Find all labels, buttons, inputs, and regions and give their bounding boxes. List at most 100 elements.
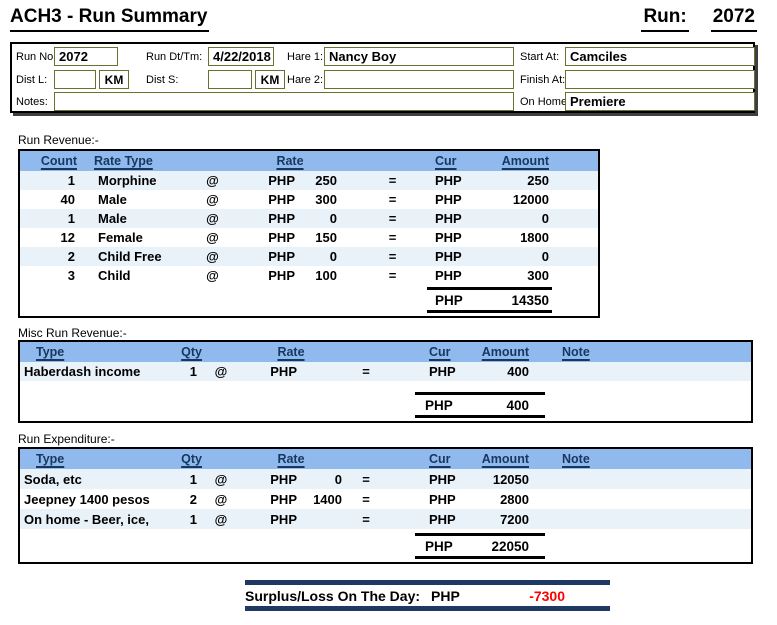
type-cell: On home - Beer, ice, <box>20 512 168 527</box>
run-header: Run: 2072 <box>641 6 757 32</box>
cur-cell: PHP <box>435 211 490 226</box>
total-amount: 22050 <box>491 539 529 554</box>
qty-header: Qty <box>168 345 202 359</box>
note-header: Note <box>532 452 751 466</box>
run-no-field[interactable]: 2072 <box>54 47 118 66</box>
cur-header: Cur <box>435 154 490 168</box>
run-label: Run: <box>641 6 688 32</box>
rate-cell: 1400 <box>297 492 342 507</box>
rate-type-cell: Male <box>80 211 195 226</box>
amount-cell: 12000 <box>490 192 555 207</box>
cur-cell: PHP <box>390 512 480 527</box>
amount-header: Amount <box>490 154 555 168</box>
cur-cell: PHP <box>435 192 490 207</box>
rate-header: Rate <box>230 154 350 168</box>
type-cell: Haberdash income <box>20 364 168 379</box>
total-currency: PHP <box>435 293 463 308</box>
qty-cell: 1 <box>168 472 202 487</box>
rate-type-cell: Child Free <box>80 249 195 264</box>
run-number: 2072 <box>711 6 757 32</box>
at-symbol: @ <box>195 268 230 283</box>
surplus-amount: -7300 <box>501 588 610 604</box>
at-symbol: @ <box>202 364 240 379</box>
rate-cell: 0 <box>295 249 350 264</box>
count-cell: 1 <box>20 211 80 226</box>
equals-symbol: = <box>342 492 390 507</box>
table-row: Jeepney 1400 pesos 2 @ PHP 1400 = PHP 28… <box>20 489 751 509</box>
rate-type-cell: Male <box>80 192 195 207</box>
surplus-bottom-bar <box>245 606 610 611</box>
expenditure-total-row: PHP 22050 <box>20 533 751 559</box>
equals-symbol: = <box>350 173 435 188</box>
rate-currency: PHP <box>230 211 295 226</box>
table-row: Soda, etc 1 @ PHP 0 = PHP 12050 <box>20 469 751 489</box>
rate-currency: PHP <box>240 492 297 507</box>
dist-l-field[interactable] <box>54 70 96 89</box>
misc-revenue-table: Type Qty Rate Cur Amount Note Haberdash … <box>18 340 753 423</box>
cur-header: Cur <box>390 345 480 359</box>
dist-s-label: Dist S: <box>146 74 178 86</box>
total-currency: PHP <box>425 398 453 413</box>
cur-cell: PHP <box>390 492 480 507</box>
table-row: 2 Child Free @ PHP 0 = PHP 0 <box>20 247 598 266</box>
count-cell: 2 <box>20 249 80 264</box>
run-revenue-table: Count Rate Type Rate Cur Amount 1 Morphi… <box>18 149 600 318</box>
equals-symbol: = <box>350 230 435 245</box>
hare1-field[interactable]: Nancy Boy <box>324 47 514 66</box>
count-cell: 3 <box>20 268 80 283</box>
page-title: ACH3 - Run Summary <box>10 6 209 32</box>
at-symbol: @ <box>195 173 230 188</box>
hare2-field[interactable] <box>324 70 514 89</box>
equals-symbol: = <box>350 211 435 226</box>
amount-cell: 7200 <box>480 512 532 527</box>
rate-header: Rate <box>240 345 342 359</box>
surplus-label: Surplus/Loss On The Day: <box>245 588 431 604</box>
amount-cell: 250 <box>490 173 555 188</box>
rate-cell: 300 <box>295 192 350 207</box>
run-date-field[interactable]: 4/22/2018 <box>208 47 274 66</box>
rate-header: Rate <box>240 452 342 466</box>
on-home-field[interactable]: Premiere <box>565 92 755 111</box>
expenditure-table: Type Qty Rate Cur Amount Note Soda, etc … <box>18 447 753 564</box>
qty-cell: 2 <box>168 492 202 507</box>
cur-header: Cur <box>390 452 480 466</box>
run-no-label: Run No: <box>16 51 56 63</box>
rate-type-header: Rate Type <box>80 154 195 168</box>
amount-cell: 0 <box>490 211 555 226</box>
amount-cell: 12050 <box>480 472 532 487</box>
rate-type-cell: Morphine <box>80 173 195 188</box>
equals-symbol: = <box>350 249 435 264</box>
revenue-header-row: Count Rate Type Rate Cur Amount <box>20 151 598 171</box>
amount-cell: 2800 <box>480 492 532 507</box>
total-amount: 400 <box>506 398 529 413</box>
start-at-field[interactable]: Camciles <box>565 47 755 66</box>
revenue-total-row: PHP 14350 <box>20 287 598 313</box>
qty-header: Qty <box>168 452 202 466</box>
rate-currency: PHP <box>230 249 295 264</box>
finish-at-field[interactable] <box>565 70 755 89</box>
misc-total-row: PHP 400 <box>20 392 751 418</box>
total-currency: PHP <box>425 539 453 554</box>
equals-symbol: = <box>342 472 390 487</box>
table-row: On home - Beer, ice, 1 @ PHP = PHP 7200 <box>20 509 751 529</box>
amount-cell: 0 <box>490 249 555 264</box>
table-row: 12 Female @ PHP 150 = PHP 1800 <box>20 228 598 247</box>
expenditure-header-row: Type Qty Rate Cur Amount Note <box>20 449 751 469</box>
rate-cell: 100 <box>295 268 350 283</box>
dist-s-field[interactable] <box>208 70 252 89</box>
at-symbol: @ <box>195 230 230 245</box>
rate-cell: 250 <box>295 173 350 188</box>
start-at-label: Start At: <box>520 51 559 63</box>
rate-type-cell: Child <box>80 268 195 283</box>
amount-header: Amount <box>480 345 532 359</box>
amount-cell: 300 <box>490 268 555 283</box>
notes-field[interactable] <box>54 92 514 111</box>
rate-cell: 0 <box>297 472 342 487</box>
rate-cell: 150 <box>295 230 350 245</box>
equals-symbol: = <box>342 364 390 379</box>
misc-revenue-section-label: Misc Run Revenue:- <box>18 326 127 340</box>
at-symbol: @ <box>195 211 230 226</box>
cur-cell: PHP <box>390 472 480 487</box>
qty-cell: 1 <box>168 364 202 379</box>
count-cell: 1 <box>20 173 80 188</box>
